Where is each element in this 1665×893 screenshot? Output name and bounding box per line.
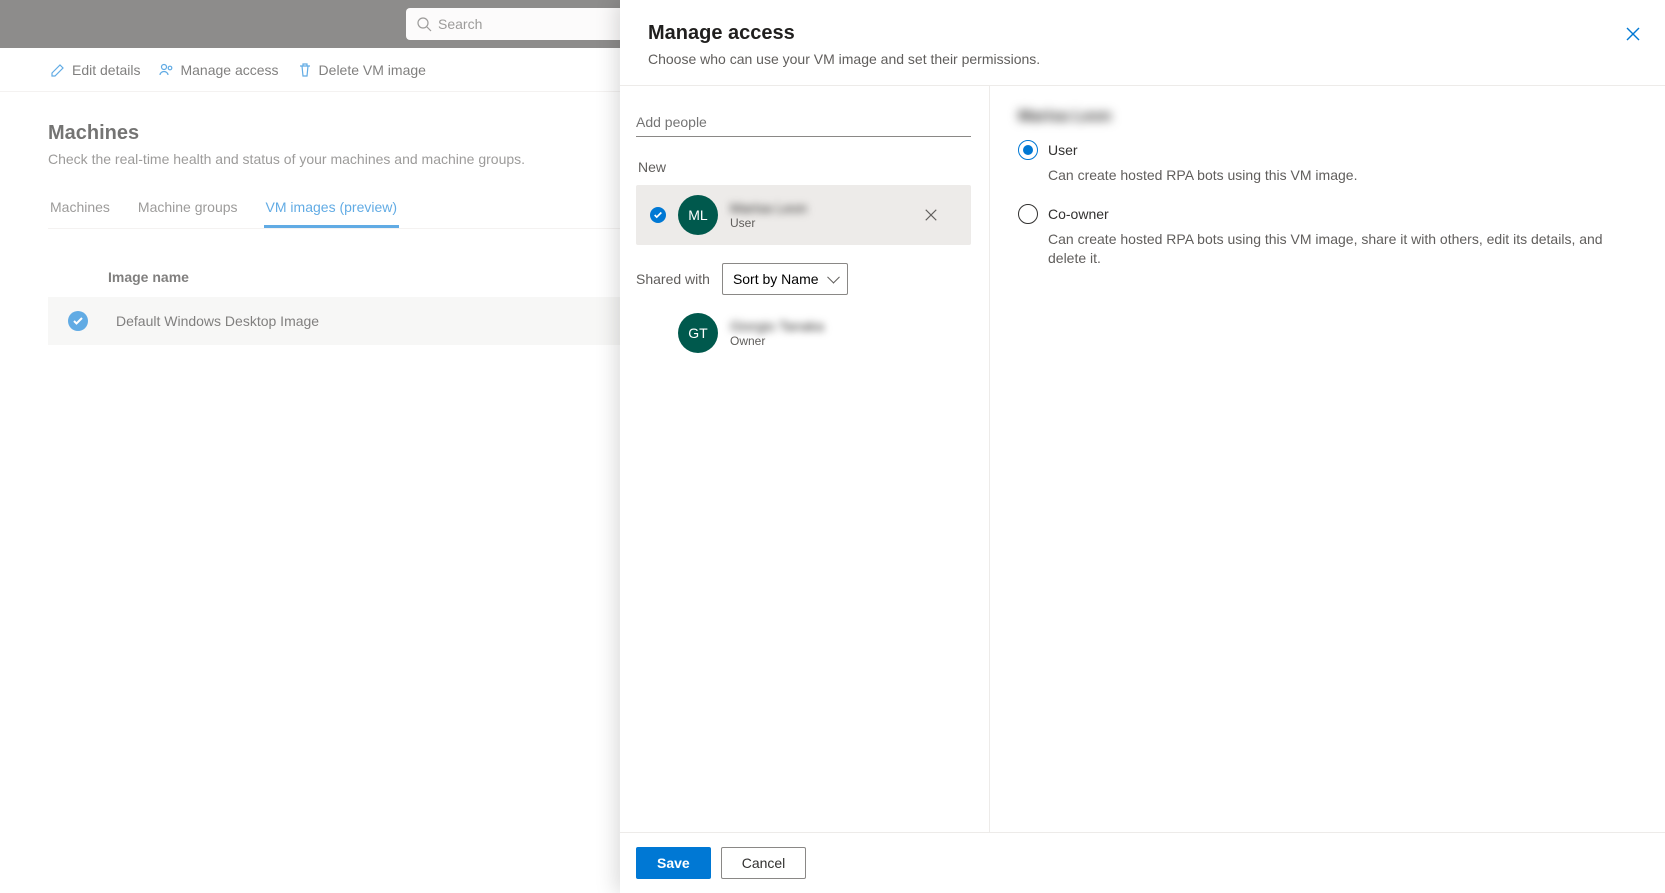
panel-subtitle: Choose who can use your VM image and set… xyxy=(648,51,1637,67)
panel-right: Marisa Leon User Can create hosted RPA b… xyxy=(990,86,1665,832)
panel-title: Manage access xyxy=(648,22,1637,45)
person-meta: Marisa Leon User xyxy=(730,200,905,230)
person-name: Marisa Leon xyxy=(730,200,905,216)
permission-coowner-desc: Can create hosted RPA bots using this VM… xyxy=(1048,230,1637,269)
avatar: ML xyxy=(678,195,718,235)
permission-coowner-label: Co-owner xyxy=(1048,206,1109,222)
permission-user-label: User xyxy=(1048,142,1078,158)
panel-header: Manage access Choose who can use your VM… xyxy=(620,0,1665,86)
close-icon xyxy=(924,208,938,222)
person-role: User xyxy=(730,216,905,230)
save-button[interactable]: Save xyxy=(636,847,711,879)
person-selected-check-icon xyxy=(650,207,666,223)
person-meta: Giorgio Tanaka Owner xyxy=(730,318,957,348)
section-new-label: New xyxy=(638,159,971,175)
remove-person-button[interactable] xyxy=(917,201,945,229)
close-icon xyxy=(1625,26,1641,42)
person-role: Owner xyxy=(730,334,957,348)
person-name: Giorgio Tanaka xyxy=(730,318,957,334)
person-row-new[interactable]: ML Marisa Leon User xyxy=(636,185,971,245)
section-shared-label: Shared with xyxy=(636,271,710,287)
permission-user-desc: Can create hosted RPA bots using this VM… xyxy=(1048,166,1637,186)
sort-select[interactable]: Sort by Name xyxy=(722,263,848,295)
permission-option-user[interactable]: User Can create hosted RPA bots using th… xyxy=(1018,140,1637,186)
panel-body: New ML Marisa Leon User Shared with xyxy=(620,86,1665,832)
close-button[interactable] xyxy=(1617,18,1649,50)
permission-user-name: Marisa Leon xyxy=(1018,108,1637,126)
panel-footer: Save Cancel xyxy=(620,832,1665,893)
avatar: GT xyxy=(678,313,718,353)
person-row-shared[interactable]: GT Giorgio Tanaka Owner xyxy=(636,303,971,363)
panel-left: New ML Marisa Leon User Shared with xyxy=(620,86,990,832)
add-people-input[interactable] xyxy=(636,108,971,137)
manage-access-panel: Manage access Choose who can use your VM… xyxy=(620,0,1665,893)
permission-option-coowner[interactable]: Co-owner Can create hosted RPA bots usin… xyxy=(1018,204,1637,269)
radio-icon xyxy=(1018,140,1038,160)
radio-icon xyxy=(1018,204,1038,224)
cancel-button[interactable]: Cancel xyxy=(721,847,807,879)
